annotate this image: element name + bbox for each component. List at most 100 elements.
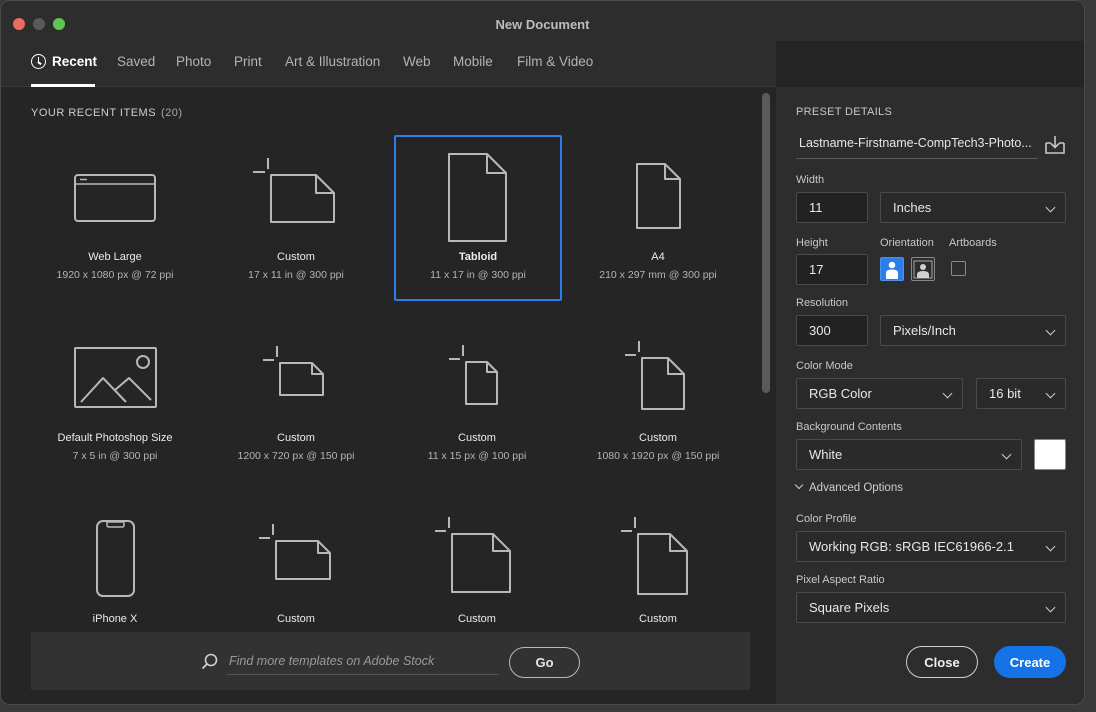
preset-name-field[interactable]: Lastname-Firstname-CompTech3-Photo... <box>796 131 1038 159</box>
portrait-person-icon <box>886 261 898 279</box>
pixel-aspect-ratio-label: Pixel Aspect Ratio <box>796 574 885 586</box>
preset-tile[interactable]: Custom <box>574 497 742 629</box>
create-button[interactable]: Create <box>994 646 1066 678</box>
orientation-label: Orientation <box>880 237 934 249</box>
save-preset-icon[interactable] <box>1044 135 1066 155</box>
template-search-input[interactable] <box>227 647 499 675</box>
preset-tile-selected[interactable]: Tabloid 11 x 17 in @ 300 ppi <box>394 135 562 301</box>
resolution-label: Resolution <box>796 297 848 309</box>
custom-document-icon <box>253 158 335 223</box>
preset-name: Tabloid <box>458 251 498 263</box>
preset-tile[interactable]: Custom 17 x 11 in @ 300 ppi <box>212 135 380 301</box>
a4-document-icon <box>636 163 681 229</box>
custom-document-icon <box>621 517 688 595</box>
width-unit-select[interactable]: Inches <box>880 192 1066 223</box>
category-tabs: Recent Saved Photo Print Art & Illustrat… <box>1 41 776 87</box>
recent-items-panel: YOUR RECENT ITEMS (20) Web Large 1920 x 1… <box>1 87 776 704</box>
preset-tile[interactable]: Custom <box>393 497 561 629</box>
chevron-down-icon <box>1045 202 1056 213</box>
artboards-checkbox[interactable] <box>951 261 966 276</box>
preset-name: Custom <box>458 613 496 625</box>
preset-name: Default Photoshop Size <box>57 432 173 444</box>
close-button[interactable]: Close <box>906 646 978 678</box>
tab-print[interactable]: Print <box>234 54 262 69</box>
preset-dimensions: 210 x 297 mm @ 300 ppi <box>599 269 717 281</box>
chevron-down-icon <box>1045 602 1056 613</box>
chevron-down-icon <box>1045 325 1056 336</box>
preset-tile[interactable]: iPhone X <box>31 497 199 629</box>
resolution-unit-select[interactable]: Pixels/Inch <box>880 315 1066 346</box>
scrollbar-thumb[interactable] <box>762 93 770 393</box>
custom-document-icon <box>263 346 324 396</box>
color-profile-select[interactable]: Working RGB: sRGB IEC61966-2.1 <box>796 531 1066 562</box>
tab-mobile[interactable]: Mobile <box>453 54 493 69</box>
preset-dimensions: 11 x 17 in @ 300 ppi <box>430 269 526 281</box>
resolution-input[interactable]: 300 <box>796 315 868 346</box>
photo-landscape-icon <box>74 347 157 408</box>
recent-items-heading: YOUR RECENT ITEMS (20) <box>31 107 183 119</box>
preset-name: iPhone X <box>92 613 138 625</box>
color-mode-select[interactable]: RGB Color <box>796 378 963 409</box>
preset-name: Web Large <box>88 251 142 263</box>
title-bar: New Document <box>1 1 1084 41</box>
custom-document-icon <box>449 345 498 405</box>
tabloid-document-icon <box>448 153 507 242</box>
scrollbar[interactable] <box>762 91 770 691</box>
preset-dimensions: 1200 x 720 px @ 150 ppi <box>237 450 355 462</box>
advanced-options-toggle[interactable]: Advanced Options <box>794 480 903 494</box>
preset-name: Custom <box>458 432 496 444</box>
preset-tile[interactable]: A4 210 x 297 mm @ 300 ppi <box>574 135 742 301</box>
height-label: Height <box>796 237 828 249</box>
width-label: Width <box>796 174 825 186</box>
preset-details-heading: PRESET DETAILS <box>796 106 893 118</box>
preset-dimensions: 1080 x 1920 px @ 150 ppi <box>596 450 720 462</box>
preset-tile[interactable]: Web Large 1920 x 1080 px @ 72 ppi <box>31 135 199 301</box>
height-input[interactable]: 17 <box>796 254 868 285</box>
preset-dimensions: 7 x 5 in @ 300 ppi <box>72 450 158 462</box>
tab-art-illustration[interactable]: Art & Illustration <box>285 54 380 69</box>
width-input[interactable]: 11 <box>796 192 868 223</box>
preset-name: Custom <box>277 432 315 444</box>
artboards-label: Artboards <box>949 237 997 249</box>
chevron-down-icon <box>1045 388 1056 399</box>
preset-name: Custom <box>277 613 315 625</box>
preset-name: Custom <box>277 251 315 263</box>
chevron-down-icon <box>794 480 804 490</box>
preset-tile[interactable]: Custom 1200 x 720 px @ 150 ppi <box>212 316 380 482</box>
preset-details-panel: PRESET DETAILS Lastname-Firstname-CompTe… <box>776 87 1084 704</box>
chevron-down-icon <box>1045 541 1056 552</box>
tab-photo[interactable]: Photo <box>176 54 211 69</box>
color-mode-label: Color Mode <box>796 360 853 372</box>
preset-tile[interactable]: Custom 1080 x 1920 px @ 150 ppi <box>574 316 742 482</box>
chevron-down-icon <box>942 388 953 399</box>
tab-film-video[interactable]: Film & Video <box>517 54 593 69</box>
custom-document-icon <box>435 517 511 593</box>
preset-name: Custom <box>639 432 677 444</box>
background-contents-label: Background Contents <box>796 421 902 433</box>
new-document-dialog: New Document Recent Saved Photo Print Ar… <box>0 0 1085 705</box>
color-profile-label: Color Profile <box>796 513 857 525</box>
preset-tile[interactable]: Default Photoshop Size 7 x 5 in @ 300 pp… <box>31 316 199 482</box>
chevron-down-icon <box>1001 449 1012 460</box>
adobe-stock-search-bar: Go <box>31 632 750 690</box>
web-large-icon <box>74 174 156 222</box>
tab-saved[interactable]: Saved <box>117 54 155 69</box>
pixel-aspect-ratio-select[interactable]: Square Pixels <box>796 592 1066 623</box>
background-contents-select[interactable]: White <box>796 439 1022 470</box>
background-color-swatch[interactable] <box>1034 439 1066 470</box>
search-icon <box>201 653 218 670</box>
preset-tile[interactable]: Custom <box>212 497 380 629</box>
window-title: New Document <box>495 17 590 32</box>
bit-depth-select[interactable]: 16 bit <box>976 378 1066 409</box>
preset-tile[interactable]: Custom 11 x 15 px @ 100 ppi <box>393 316 561 482</box>
portrait-orientation-button[interactable] <box>880 257 904 281</box>
clock-icon <box>31 54 46 69</box>
go-button[interactable]: Go <box>509 647 580 678</box>
tab-recent[interactable]: Recent <box>31 54 97 69</box>
iphone-icon <box>96 520 135 597</box>
recent-items-count: (20) <box>161 107 183 119</box>
preset-name: A4 <box>651 251 665 263</box>
landscape-orientation-button[interactable] <box>911 257 935 281</box>
preset-dimensions: 17 x 11 in @ 300 ppi <box>248 269 344 281</box>
tab-web[interactable]: Web <box>403 54 431 69</box>
